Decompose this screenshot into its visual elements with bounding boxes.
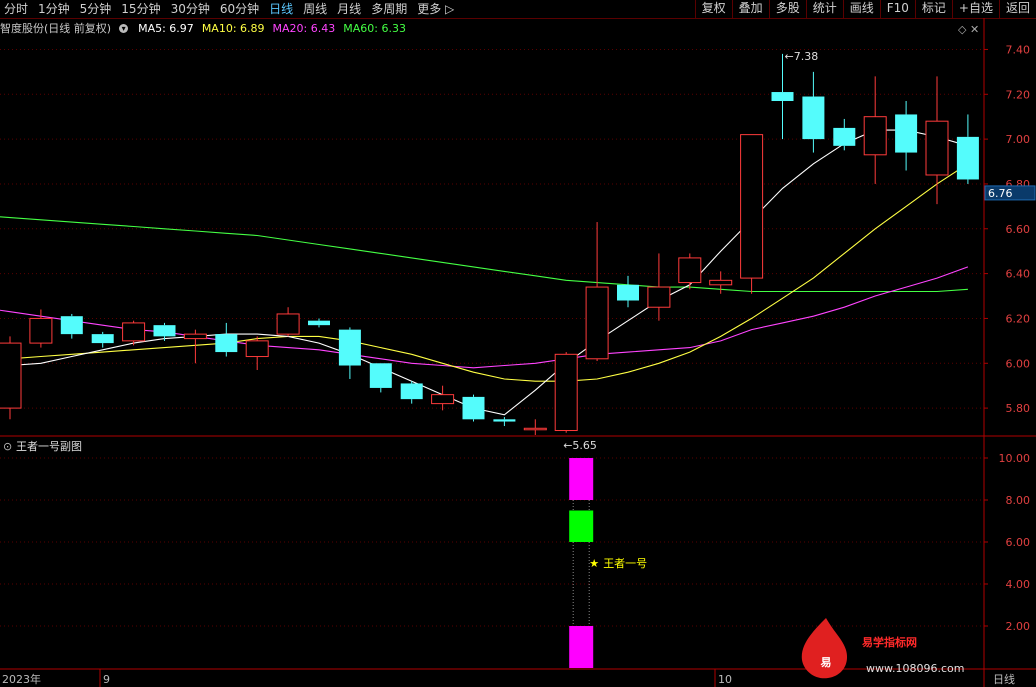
high-price-label: ←7.38 bbox=[785, 50, 819, 63]
candle-body-23 bbox=[709, 279, 733, 286]
candle-body-16 bbox=[493, 419, 516, 422]
candle-body-28 bbox=[863, 116, 887, 156]
ma60-line bbox=[0, 216, 968, 293]
sub-panel-title: 王者一号副图 bbox=[16, 440, 82, 453]
candle-body-17 bbox=[523, 427, 547, 431]
price-tick-5: 6.40 bbox=[1006, 268, 1031, 281]
current-price-label: 6.76 bbox=[988, 187, 1013, 200]
candle-body-20 bbox=[617, 284, 639, 301]
kline-chart[interactable]: 7.407.207.006.806.606.406.206.005.806.76… bbox=[0, 0, 1036, 687]
sub-tick-4: 2.00 bbox=[1006, 620, 1031, 633]
candle-body-14 bbox=[431, 394, 455, 405]
period-label: 日线 bbox=[993, 672, 1015, 686]
price-tick-7: 6.00 bbox=[1006, 357, 1031, 370]
candle-body-29 bbox=[895, 114, 918, 153]
candle-body-24 bbox=[740, 134, 764, 279]
candle-body-2 bbox=[60, 316, 83, 335]
candle-body-6 bbox=[183, 333, 207, 340]
year-label: 2023年 bbox=[2, 672, 41, 686]
candle-body-31 bbox=[956, 136, 979, 180]
candle-body-22 bbox=[678, 257, 702, 284]
candle-body-26 bbox=[802, 96, 825, 140]
signal-bar-1 bbox=[569, 510, 594, 542]
candle-body-19 bbox=[585, 286, 609, 360]
candle-body-27 bbox=[833, 127, 856, 146]
candle-body-15 bbox=[462, 396, 485, 420]
candle-body-5 bbox=[153, 325, 176, 337]
sub-tick-0: 10.00 bbox=[999, 452, 1031, 465]
watermark-logo-char: 易 bbox=[821, 656, 832, 669]
candle-body-25 bbox=[771, 92, 794, 102]
diamond-icon: ◇ bbox=[958, 23, 967, 36]
signal-star-icon: ★ bbox=[589, 557, 599, 570]
candle-body-3 bbox=[91, 334, 114, 344]
candle-body-11 bbox=[338, 329, 361, 366]
candle-body-7 bbox=[215, 334, 238, 353]
price-tick-1: 7.20 bbox=[1006, 88, 1031, 101]
low-price-label: ←5.65 bbox=[563, 439, 597, 452]
candle-body-18 bbox=[554, 353, 578, 432]
candle-body-9 bbox=[276, 313, 300, 335]
ma20-line bbox=[0, 266, 969, 369]
watermark-url: www.108096.com bbox=[866, 662, 964, 675]
candle-body-12 bbox=[369, 363, 392, 388]
candle-body-30 bbox=[925, 120, 949, 176]
signal-label: 王者一号 bbox=[603, 557, 647, 570]
sub-tick-2: 6.00 bbox=[1006, 536, 1031, 549]
sub-tick-1: 8.00 bbox=[1006, 494, 1031, 507]
sub-settings-icon: ⊙ bbox=[3, 440, 12, 453]
signal-bar-0 bbox=[569, 458, 594, 500]
candle-body-1 bbox=[29, 317, 53, 344]
watermark-logo-icon bbox=[801, 618, 848, 679]
watermark-name: 易学指标网 bbox=[862, 635, 917, 649]
close-icon: ✕ bbox=[970, 23, 979, 36]
sub-tick-3: 4.00 bbox=[1006, 578, 1031, 591]
candle-body-8 bbox=[245, 340, 269, 358]
signal-bar-2 bbox=[569, 626, 594, 668]
ma10-line bbox=[0, 163, 969, 382]
month-9-label: 9 bbox=[103, 673, 110, 686]
candle-body-4 bbox=[122, 322, 146, 342]
price-tick-6: 6.20 bbox=[1006, 312, 1031, 325]
candle-body-13 bbox=[400, 383, 423, 400]
price-tick-0: 7.40 bbox=[1006, 43, 1031, 56]
ma5-line bbox=[0, 129, 969, 416]
candle-body-21 bbox=[647, 286, 671, 308]
price-tick-8: 5.80 bbox=[1006, 402, 1031, 415]
price-tick-4: 6.60 bbox=[1006, 223, 1031, 236]
month-10-label: 10 bbox=[718, 673, 732, 686]
candle-body-0 bbox=[0, 342, 22, 409]
price-tick-2: 7.00 bbox=[1006, 133, 1031, 146]
candle-body-10 bbox=[308, 320, 330, 326]
